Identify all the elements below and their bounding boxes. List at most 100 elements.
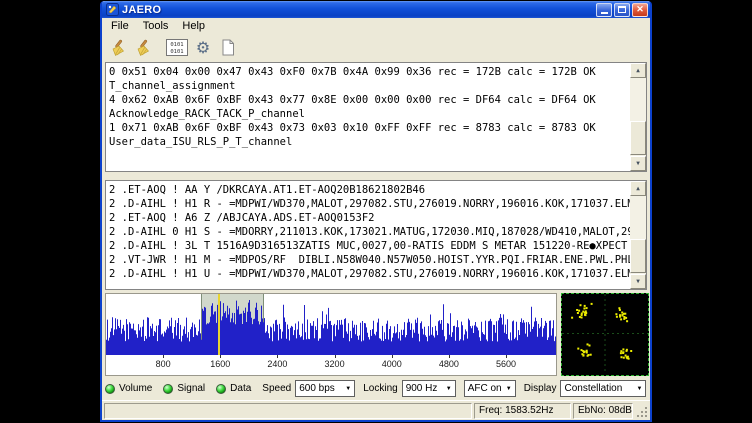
- log-file-button[interactable]: [216, 36, 240, 60]
- axis-tick: [277, 355, 278, 358]
- menu-file[interactable]: File: [104, 19, 136, 33]
- chevron-down-icon: ▼: [343, 386, 354, 392]
- menu-help[interactable]: Help: [175, 19, 212, 33]
- signal-label: Signal: [177, 383, 205, 394]
- arrow-up-icon: ▲: [636, 185, 640, 192]
- maximize-button[interactable]: [614, 3, 630, 17]
- toolbar-separator: [156, 47, 164, 48]
- broom-icon: [109, 39, 127, 57]
- console-line: 2 .D-AIHL ! 3L T 1516A9D316513ZATIS MUC,…: [109, 239, 630, 253]
- display-select[interactable]: Constellation ▼: [560, 380, 646, 397]
- console-line: 4 0x62 0xAB 0x6F 0xBF 0x43 0x77 0x8E 0x0…: [109, 93, 630, 107]
- minimize-icon: [601, 12, 608, 14]
- binary-icon: 0101 0101: [166, 39, 188, 56]
- title-bar[interactable]: JAERO ✕: [102, 1, 650, 18]
- scroll-thumb[interactable]: [630, 239, 646, 273]
- chevron-down-icon: ▼: [504, 386, 515, 392]
- frequency-axis: 800160024003200400048005600: [106, 355, 556, 375]
- svg-text:0101: 0101: [170, 49, 183, 55]
- axis-tick-label: 2400: [267, 359, 287, 369]
- speed-value: 600 bps: [299, 383, 335, 394]
- close-button[interactable]: ✕: [632, 3, 648, 17]
- console-line: 2 .D-AIHL 0 H1 S - =MDORRY,211013.KOK,17…: [109, 225, 630, 239]
- status-freq: Freq: 1583.52Hz: [474, 403, 571, 419]
- control-bar: Volume Signal Data Speed 600 bps ▼ Locki…: [105, 378, 647, 399]
- broom-icon: [134, 39, 152, 57]
- axis-tick-label: 5600: [496, 359, 516, 369]
- status-ebno: EbNo: 08dB: [573, 403, 633, 419]
- menu-tools[interactable]: Tools: [136, 19, 176, 33]
- acars-console-scrollbar[interactable]: ▲ ▼: [630, 181, 646, 289]
- minimize-button[interactable]: [596, 3, 612, 17]
- scroll-down-button[interactable]: ▼: [630, 156, 646, 171]
- console-line: 2 .ET-AOQ ! A6 Z /ABJCAYA.ADS.ET-AOQ0153…: [109, 211, 630, 225]
- console-line: 1 0x71 0xAB 0x6F 0xBF 0x43 0x73 0x03 0x1…: [109, 121, 630, 135]
- console-line: 2 .ET-AOQ ! AA Y /DKRCAYA.AT1.ET-AOQ20B1…: [109, 183, 630, 197]
- hex-console[interactable]: 0 0x51 0x04 0x00 0x47 0x43 0xF0 0x7B 0x4…: [105, 62, 647, 172]
- console-line: User_data_ISU_RLS_P_T_channel: [109, 135, 630, 149]
- chevron-down-icon: ▼: [635, 386, 646, 392]
- status-bar: Freq: 1583.52Hz EbNo: 08dB: [102, 400, 650, 420]
- chevron-down-icon: ▼: [444, 386, 455, 392]
- scroll-thumb[interactable]: [630, 121, 646, 155]
- axis-tick: [220, 355, 221, 358]
- scroll-down-button[interactable]: ▼: [630, 274, 646, 289]
- data-led: [216, 384, 226, 394]
- console-line: 2 .VT-JWR ! H1 M - =MDPOS/RF DIBLI.N58W0…: [109, 253, 630, 267]
- acars-console[interactable]: 2 .ET-AOQ ! AA Y /DKRCAYA.AT1.ET-AOQ20B1…: [105, 180, 647, 290]
- locking-label: Locking: [363, 383, 397, 394]
- axis-tick-label: 4000: [382, 359, 402, 369]
- data-label: Data: [230, 383, 251, 394]
- volume-label: Volume: [119, 383, 152, 394]
- maximize-icon: [618, 6, 626, 13]
- volume-led: [105, 384, 115, 394]
- constellation-display: [561, 293, 649, 376]
- hex-console-scrollbar[interactable]: ▲ ▼: [630, 63, 646, 171]
- axis-tick: [335, 355, 336, 358]
- toolbar: 0101 0101 ⚙: [102, 34, 650, 61]
- console-line: 0 0x51 0x04 0x00 0x47 0x43 0xF0 0x7B 0x4…: [109, 65, 630, 79]
- hex-console-text: 0 0x51 0x04 0x00 0x47 0x43 0xF0 0x7B 0x4…: [106, 63, 630, 171]
- display-value: Constellation: [564, 383, 622, 394]
- afc-select[interactable]: AFC on ▼: [464, 380, 516, 397]
- frequency-marker: [218, 294, 220, 355]
- app-icon: [106, 3, 119, 16]
- spectrum-trace: [106, 294, 556, 355]
- display-label: Display: [524, 383, 557, 394]
- constellation-plot: [562, 294, 648, 373]
- axis-tick-label: 800: [156, 359, 171, 369]
- axis-tick-label: 4800: [439, 359, 459, 369]
- locking-value: 900 Hz: [406, 383, 438, 394]
- status-main-panel: [104, 403, 472, 419]
- speed-label: Speed: [262, 383, 291, 394]
- scroll-up-button[interactable]: ▲: [630, 181, 646, 196]
- clear-acars-console-button[interactable]: [131, 36, 155, 60]
- axis-tick-label: 1600: [210, 359, 230, 369]
- afc-value: AFC on: [468, 383, 502, 394]
- axis-tick: [163, 355, 164, 358]
- arrow-down-icon: ▼: [636, 278, 640, 285]
- arrow-down-icon: ▼: [636, 160, 640, 167]
- arrow-up-icon: ▲: [636, 67, 640, 74]
- binary-view-button[interactable]: 0101 0101: [164, 36, 190, 60]
- page-icon: [221, 39, 235, 56]
- resize-grip[interactable]: [635, 403, 648, 419]
- signal-led: [163, 384, 173, 394]
- axis-tick: [449, 355, 450, 358]
- scroll-up-button[interactable]: ▲: [630, 63, 646, 78]
- acars-console-text: 2 .ET-AOQ ! AA Y /DKRCAYA.AT1.ET-AOQ20B1…: [106, 181, 630, 289]
- console-line: 2 .D-AIHL ! H1 R - =MDPWI/WD370,MALOT,29…: [109, 197, 630, 211]
- axis-tick: [506, 355, 507, 358]
- locking-select[interactable]: 900 Hz ▼: [402, 380, 456, 397]
- clear-hex-console-button[interactable]: [106, 36, 130, 60]
- jaero-window: JAERO ✕ File Tools Help: [100, 1, 652, 422]
- console-line: 2 .D-AIHL ! H1 U - =MDPWI/WD370,MALOT,29…: [109, 267, 630, 281]
- settings-button[interactable]: ⚙: [191, 36, 215, 60]
- speed-select[interactable]: 600 bps ▼: [295, 380, 355, 397]
- screen: JAERO ✕ File Tools Help: [0, 0, 752, 423]
- close-icon: ✕: [636, 5, 644, 14]
- console-line: Acknowledge_RACK_TACK_P_channel: [109, 107, 630, 121]
- spectrum-display[interactable]: 800160024003200400048005600: [105, 293, 557, 376]
- menu-bar: File Tools Help: [102, 18, 650, 34]
- gear-icon: ⚙: [196, 40, 210, 56]
